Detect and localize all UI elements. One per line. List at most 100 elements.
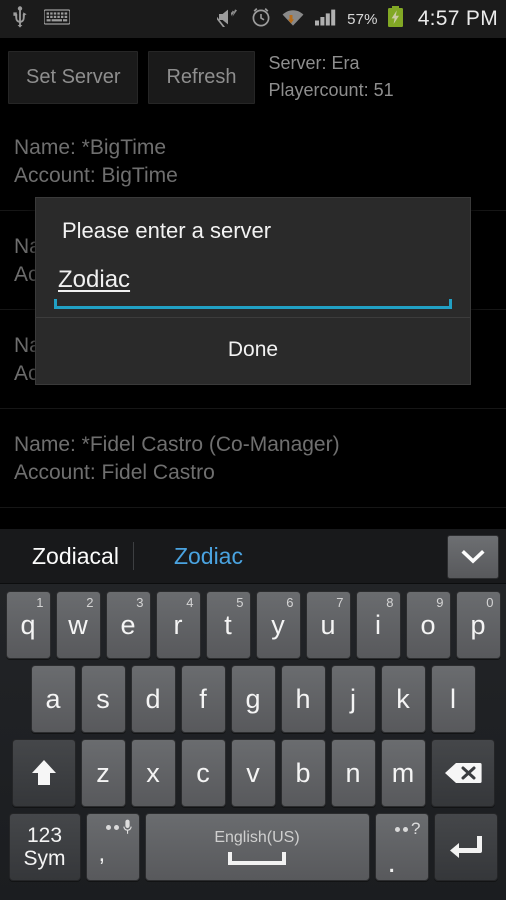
key-a[interactable]: a	[30, 665, 76, 733]
key-l[interactable]: l	[430, 665, 476, 733]
set-server-button[interactable]: Set Server	[8, 50, 139, 104]
key-y-label: y	[271, 609, 285, 640]
key-j[interactable]: j	[330, 665, 376, 733]
battery-charging-icon	[387, 5, 404, 33]
keyboard-row-1: 1q 2w 3e 4r 5t 6y 7u 8i 9o 0p	[3, 591, 503, 659]
key-m[interactable]: m	[380, 739, 426, 807]
suggestion-bar: Zodiacal Zodiac	[0, 528, 506, 584]
dot-icon	[105, 824, 111, 830]
enter-server-dialog: Please enter a server Zodiac Done	[35, 197, 471, 385]
done-button[interactable]: Done	[36, 318, 470, 384]
comma-mic-key[interactable]: ,	[85, 813, 140, 881]
key-i[interactable]: 8i	[355, 591, 401, 659]
key-t-label: t	[224, 609, 232, 640]
key-i-number: 8	[386, 595, 394, 610]
dot-icon	[113, 824, 119, 830]
suggestion-word-1[interactable]: Zodiacal	[18, 543, 133, 570]
key-u-label: u	[320, 609, 336, 640]
keyboard-row-3: z x c v b n m	[3, 739, 503, 807]
suggestion-word-2[interactable]: Zodiac	[160, 543, 257, 570]
key-q-number: 1	[36, 595, 44, 610]
symbols-key-line1: 123	[26, 824, 63, 847]
shift-icon	[31, 760, 56, 785]
status-bar-right-icons: 57% 4:57 PM	[213, 5, 498, 34]
key-d[interactable]: d	[130, 665, 176, 733]
status-bar: 57% 4:57 PM	[0, 0, 506, 38]
usb-icon	[10, 5, 30, 33]
key-w-label: w	[68, 609, 88, 640]
key-z[interactable]: z	[80, 739, 126, 807]
key-p-number: 0	[486, 595, 494, 610]
key-t[interactable]: 5t	[205, 591, 251, 659]
key-y[interactable]: 6y	[255, 591, 301, 659]
key-k[interactable]: k	[380, 665, 426, 733]
input-focus-underline	[54, 299, 452, 309]
dot-icon	[403, 826, 409, 832]
keyboard-row-2: a s d f g h j k l	[3, 665, 503, 733]
key-t-number: 5	[236, 595, 244, 610]
wifi-download-icon	[281, 7, 305, 32]
keyboard-icon	[43, 8, 71, 30]
key-o[interactable]: 9o	[405, 591, 451, 659]
chevron-down-icon	[461, 549, 485, 564]
key-n[interactable]: n	[330, 739, 376, 807]
key-s[interactable]: s	[80, 665, 126, 733]
key-x[interactable]: x	[130, 739, 176, 807]
period-key-label: .	[387, 846, 396, 879]
key-e[interactable]: 3e	[105, 591, 151, 659]
period-key[interactable]: ? .	[374, 813, 429, 881]
suggestions-expand-button[interactable]	[447, 535, 499, 579]
server-name-input[interactable]: Zodiac	[54, 264, 130, 302]
key-u[interactable]: 7u	[305, 591, 351, 659]
key-g[interactable]: g	[230, 665, 276, 733]
dialog-input-wrapper[interactable]: Zodiac	[36, 250, 470, 309]
player-account: Account: BigTime	[14, 164, 178, 187]
comma-key-label: ,	[98, 840, 106, 867]
key-v[interactable]: v	[230, 739, 276, 807]
list-item[interactable]: Name: *Fidel Castro (Co-Manager) Account…	[0, 409, 506, 508]
key-w[interactable]: 2w	[55, 591, 101, 659]
key-o-number: 9	[436, 595, 444, 610]
key-y-number: 6	[286, 595, 294, 610]
keyboard-row-4: 123 Sym , English(US) ? .	[3, 813, 503, 889]
shift-key[interactable]	[11, 739, 76, 807]
refresh-button[interactable]: Refresh	[148, 50, 255, 104]
space-key[interactable]: English(US)	[144, 813, 370, 881]
suggestion-divider	[132, 542, 134, 570]
key-p[interactable]: 0p	[455, 591, 501, 659]
software-keyboard: Zodiacal Zodiac 1q 2w 3e 4r 5t 6y 7u 8i …	[0, 528, 506, 900]
backspace-icon	[444, 763, 482, 783]
key-h[interactable]: h	[280, 665, 326, 733]
signal-icon	[314, 7, 338, 32]
key-e-number: 3	[136, 595, 144, 610]
symbols-key-line2: Sym	[23, 847, 66, 870]
server-name-label: Server: Era	[268, 53, 360, 73]
keyboard-rows: 1q 2w 3e 4r 5t 6y 7u 8i 9o 0p a s d f g …	[0, 584, 506, 889]
key-c[interactable]: c	[180, 739, 226, 807]
question-mark-label: ?	[411, 819, 421, 838]
key-p-label: p	[470, 609, 486, 640]
backspace-key[interactable]	[430, 739, 495, 807]
key-f[interactable]: f	[180, 665, 226, 733]
symbols-key[interactable]: 123 Sym	[8, 813, 81, 881]
key-e-label: e	[120, 609, 136, 640]
player-name: Name: *BigTime	[14, 136, 167, 159]
server-info: Server: Era Playercount: 51	[265, 50, 394, 104]
enter-key[interactable]	[433, 813, 498, 881]
spacebar-icon	[228, 851, 286, 865]
android-screen: 57% 4:57 PM Set Server Refresh Server: E…	[0, 0, 506, 900]
key-r-label: r	[173, 609, 183, 640]
key-r[interactable]: 4r	[155, 591, 201, 659]
microphone-icon	[105, 819, 132, 835]
key-u-number: 7	[336, 595, 344, 610]
key-b[interactable]: b	[280, 739, 326, 807]
mute-icon	[213, 7, 241, 34]
period-alt-indicator: ?	[395, 819, 421, 839]
enter-icon	[449, 836, 482, 858]
app-toolbar: Set Server Refresh Server: Era Playercou…	[0, 44, 506, 110]
key-q[interactable]: 1q	[5, 591, 51, 659]
server-name-input-value: Zodiac	[58, 266, 131, 293]
key-w-number: 2	[86, 595, 94, 610]
playercount-label: Playercount: 51	[268, 80, 394, 100]
battery-percent-label: 57%	[347, 10, 378, 28]
